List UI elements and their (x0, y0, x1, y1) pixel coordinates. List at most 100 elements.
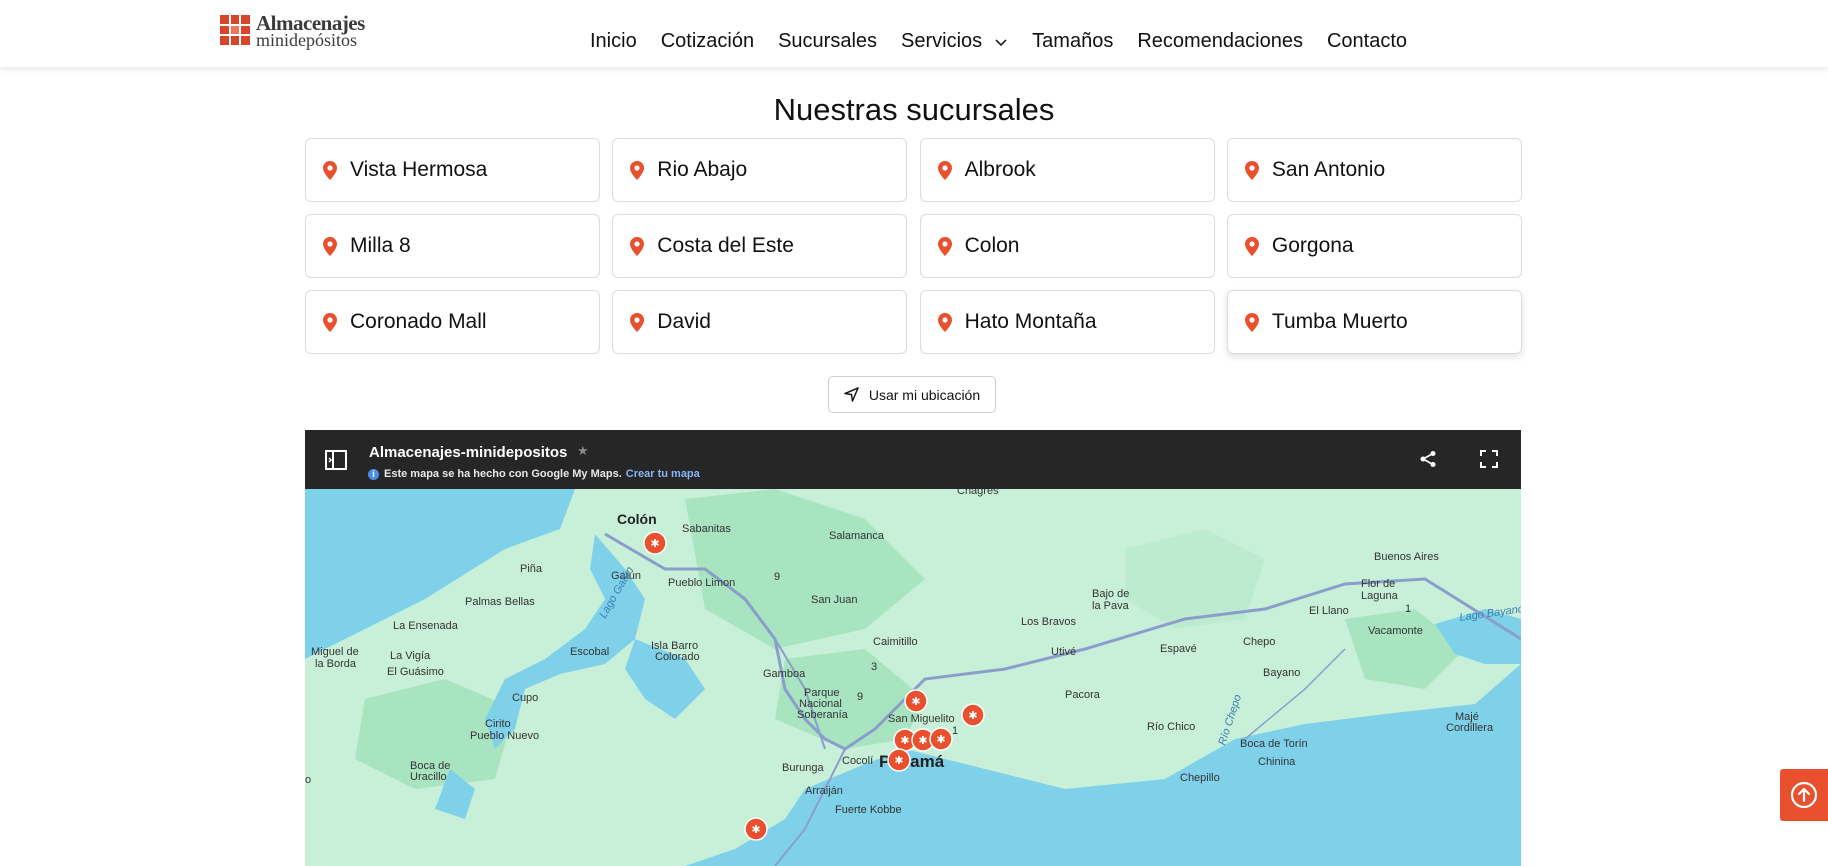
svg-text:✱: ✱ (918, 735, 927, 747)
map-label: Chinina (1258, 756, 1296, 768)
map-label: Chepo (1243, 636, 1275, 648)
map-label: La Ensenada (393, 620, 459, 632)
map-label: Palmas Bellas (465, 596, 535, 608)
svg-text:✱: ✱ (911, 696, 920, 708)
brand-subname: minidepósitos (256, 30, 358, 50)
storage-marker-icon[interactable]: ✱ (961, 703, 985, 727)
star-icon[interactable]: ★ (577, 443, 589, 459)
branch-card[interactable]: Hato Montaña (919, 290, 1215, 354)
page-title: Nuestras sucursales (773, 92, 1055, 127)
branch-label: Gorgona (1271, 234, 1354, 257)
map-label: 9 (857, 691, 863, 703)
nav-servicios[interactable]: Servicios (901, 30, 1008, 53)
map-label: Buenos Aires (1374, 551, 1439, 563)
map-label: Chepillo (1180, 772, 1220, 784)
map-label: la Pava (1092, 600, 1130, 612)
branch-label: Colon (964, 234, 1020, 257)
map-embed[interactable]: Almacenajes-minidepositos ★ i Este mapa … (305, 430, 1521, 866)
svg-text:✱: ✱ (650, 538, 659, 550)
map-pin-icon (630, 236, 645, 256)
branch-label: Milla 8 (350, 234, 411, 257)
nav-servicios-label: Servicios (901, 30, 983, 52)
map-pin-icon (630, 160, 645, 180)
map-label: Uracillo (410, 771, 447, 783)
map-title: Almacenajes-minidepositos (369, 444, 568, 461)
branch-label: San Antonio (1271, 158, 1386, 181)
nav-sucursales[interactable]: Sucursales (778, 30, 877, 53)
map-label: Pueblo Limon (668, 577, 735, 589)
map-info: i Este mapa se ha hecho con Google My Ma… (368, 468, 700, 480)
nav-contacto[interactable]: Contacto (1327, 30, 1407, 53)
logo-icon (220, 15, 250, 45)
branch-card[interactable]: Rio Abajo (612, 138, 908, 202)
info-icon: i (368, 468, 379, 480)
map-label: Caimitillo (873, 636, 918, 648)
nav-inicio[interactable]: Inicio (590, 30, 637, 53)
branch-card[interactable]: Albrook (919, 138, 1215, 202)
branch-card[interactable]: Vista Hermosa (305, 138, 600, 202)
map-label: 1 (1405, 603, 1411, 615)
map-label: Pueblo Nuevo (470, 730, 539, 742)
map-pin-icon (937, 312, 952, 332)
nav-cotizacion[interactable]: Cotización (661, 30, 754, 53)
map-label: Fuerte Kobbe (835, 804, 902, 816)
map-label: 3 (871, 661, 877, 673)
branch-card[interactable]: Colon (919, 214, 1215, 278)
branch-card[interactable]: Milla 8 (305, 214, 600, 278)
branch-card[interactable]: San Antonio (1226, 138, 1522, 202)
storage-marker-icon[interactable]: ✱ (643, 531, 667, 555)
map-pin-icon (937, 160, 952, 180)
storage-marker-icon[interactable]: ✱ (929, 727, 953, 751)
branch-label: Rio Abajo (657, 158, 748, 181)
map-pin-icon (630, 312, 645, 332)
map-label: Cirito (485, 718, 511, 730)
branch-grid: Vista Hermosa Rio Abajo Albrook San Anto… (305, 138, 1522, 354)
branch-card[interactable]: Gorgona (1226, 214, 1522, 278)
nav-recomendaciones[interactable]: Recomendaciones (1137, 30, 1303, 53)
back-to-top-button[interactable] (1780, 769, 1828, 821)
map-info-text: Este mapa se ha hecho con Google My Maps… (384, 468, 622, 480)
branch-card[interactable]: Coronado Mall (305, 290, 600, 354)
branch-card[interactable]: Tumba Muerto (1226, 290, 1522, 354)
fullscreen-icon[interactable] (1480, 450, 1498, 468)
share-icon[interactable] (1419, 450, 1437, 468)
arrow-up-circle-icon (1790, 781, 1818, 809)
use-my-location-button[interactable]: Usar mi ubicación (828, 376, 996, 413)
map-label: Burunga (782, 762, 824, 774)
map-label: El Llano (1309, 605, 1349, 617)
map-label: Escobal (570, 646, 609, 658)
map-label: la Borda (315, 658, 357, 670)
map-label: Cupo (512, 692, 538, 704)
map-pin-icon (323, 312, 337, 332)
svg-text:✱: ✱ (751, 824, 760, 836)
branch-card[interactable]: David (612, 290, 908, 354)
storage-marker-icon[interactable]: ✱ (744, 817, 768, 841)
map-label: El Guásimo (387, 666, 444, 678)
main-nav: Inicio Cotización Sucursales Servicios T… (590, 30, 1431, 53)
brand-logo[interactable]: Almacenajes minidepósitos (220, 13, 365, 50)
svg-text:✱: ✱ (936, 734, 945, 746)
map-label: Utivé (1051, 646, 1076, 658)
map-pin-icon (1244, 160, 1259, 180)
create-map-link[interactable]: Crear tu mapa (626, 468, 700, 480)
map-pin-icon (1244, 236, 1259, 256)
map-label: Piña (520, 563, 543, 575)
sidebar-toggle-icon[interactable] (325, 450, 347, 470)
storage-marker-icon[interactable]: ✱ (887, 748, 911, 772)
map-label: Bajo de (1092, 588, 1129, 600)
map-label: o (305, 774, 311, 786)
branch-card[interactable]: Costa del Este (612, 214, 908, 278)
map-pin-icon (1244, 312, 1259, 332)
map-canvas[interactable]: Colón Sabanitas Salamanca Chagres Piña G… (305, 489, 1521, 866)
map-label: Chagres (957, 489, 999, 497)
map-pin-icon (323, 160, 337, 180)
use-my-location-label: Usar mi ubicación (868, 386, 981, 403)
map-label: Boca de Torín (1240, 738, 1308, 750)
chevron-down-icon (995, 38, 1007, 46)
storage-marker-icon[interactable]: ✱ (904, 689, 928, 713)
map-pin-icon (323, 236, 337, 256)
map-label: 1 (952, 725, 958, 737)
branch-label: Costa del Este (657, 234, 794, 257)
nav-tamanos[interactable]: Tamaños (1032, 30, 1113, 53)
branch-label: Hato Montaña (964, 310, 1097, 333)
